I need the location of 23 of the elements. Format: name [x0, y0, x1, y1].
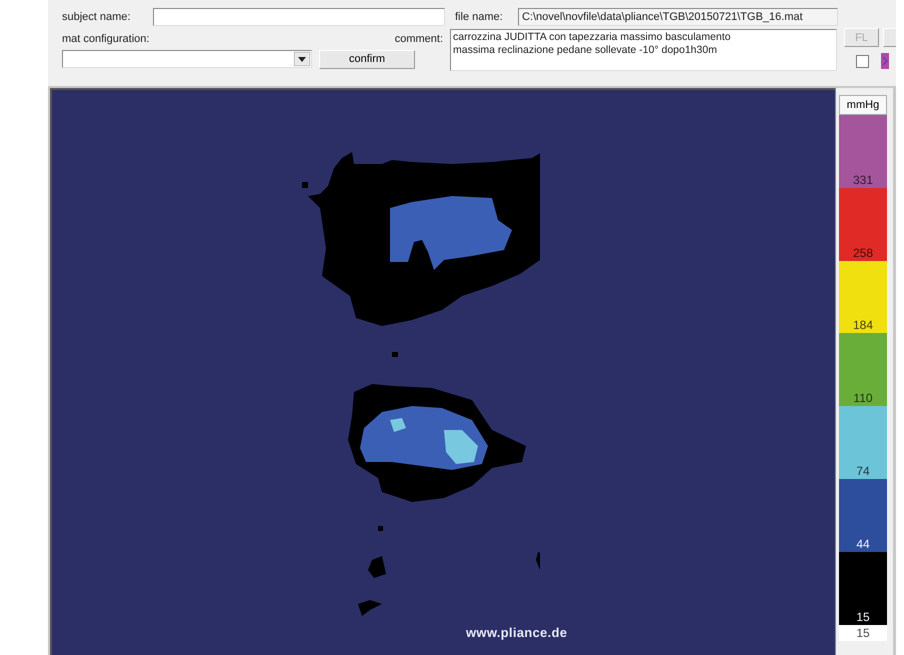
legend-value: 15: [856, 610, 870, 624]
legend-value: 331: [852, 174, 874, 187]
color-icon[interactable]: [881, 53, 889, 69]
checkbox[interactable]: [856, 54, 869, 68]
mat-configuration-label: mat configuration:: [62, 33, 150, 45]
legend-value: 184: [852, 319, 874, 332]
legend-value: 15: [856, 626, 870, 640]
mat-configuration-dropdown[interactable]: [62, 50, 312, 68]
legend-value: 258: [852, 246, 874, 260]
confirm-button[interactable]: confirm: [319, 50, 415, 68]
website-text: www.pliance.de: [466, 625, 568, 640]
comment-field[interactable]: carrozzina JUDITTA con tapezzaria massimo basculamento massima reclinazione pedane sollevate -10° dopo1h30m: [450, 29, 837, 71]
toolbar-button[interactable]: [883, 28, 896, 47]
unit-label: mmHg: [839, 95, 887, 115]
legend-value: 110: [853, 392, 873, 406]
dropdown-arrow-icon: [294, 52, 310, 66]
legend-value: 74: [856, 464, 870, 478]
comment-label: comment:: [394, 33, 443, 45]
file-name-label: file name:: [455, 11, 504, 23]
legend-value: 44: [856, 538, 870, 551]
subject-name-field[interactable]: [153, 8, 445, 26]
file-name-field[interactable]: C:\novel\novfile\data\pliance\TGB\20150721\TGB_16.mat: [518, 8, 838, 26]
subject-name-label: subject name:: [62, 11, 132, 23]
